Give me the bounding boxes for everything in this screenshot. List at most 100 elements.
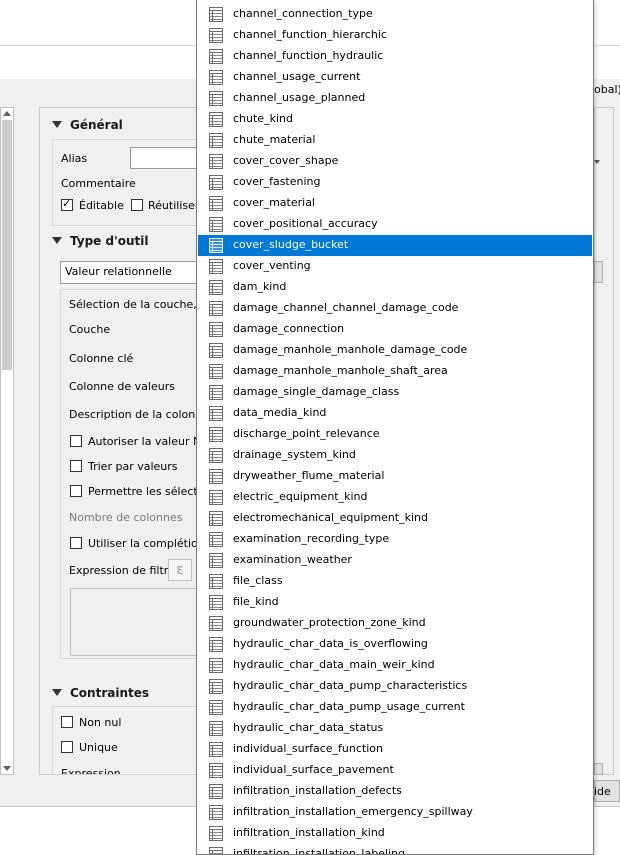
dropdown-item-label: electromechanical_equipment_kind: [233, 511, 428, 524]
dropdown-item[interactable]: individual_surface_pavement: [198, 760, 592, 781]
table-icon: [209, 616, 223, 631]
dropdown-item[interactable]: channel_function_hierarchic: [198, 25, 592, 46]
dropdown-item[interactable]: discharge_point_relevance: [198, 424, 592, 445]
right-dropdown-arrow-icon[interactable]: [594, 160, 600, 164]
dropdown-item[interactable]: data_media_kind: [198, 403, 592, 424]
use-completer-checkbox[interactable]: [70, 537, 82, 549]
use-completer-label: Utiliser la complétion: [88, 537, 205, 550]
dropdown-item-label: individual_surface_function: [233, 742, 383, 755]
table-icon: [209, 385, 223, 400]
allow-multiple-checkbox[interactable]: [70, 485, 82, 497]
constraints-section-title: Contraintes: [70, 686, 149, 700]
right-field-partial[interactable]: [594, 763, 603, 775]
editable-checkbox[interactable]: [61, 199, 73, 211]
not-null-checkbox[interactable]: [61, 716, 73, 728]
dropdown-item[interactable]: damage_manhole_manhole_damage_code: [198, 340, 592, 361]
table-dropdown-list[interactable]: channel_connection_type channel_function_…: [196, 0, 594, 855]
scroll-down-arrow-icon[interactable]: [3, 766, 11, 771]
dropdown-item[interactable]: cover_cover_shape: [198, 151, 592, 172]
reuse-checkbox[interactable]: [131, 199, 143, 211]
dropdown-item[interactable]: infiltration_installation_labeling: [198, 844, 592, 855]
sort-by-value-label: Trier par valeurs: [88, 460, 178, 473]
dropdown-item-label: cover_positional_accuracy: [233, 217, 378, 230]
dropdown-item[interactable]: dam_kind: [198, 277, 592, 298]
dropdown-item[interactable]: channel_connection_type: [198, 4, 592, 25]
alias-input[interactable]: [130, 147, 200, 169]
dropdown-item[interactable]: infiltration_installation_defects: [198, 781, 592, 802]
table-icon: [209, 196, 223, 211]
dropdown-item[interactable]: examination_weather: [198, 550, 592, 571]
dropdown-item-label: infiltration_installation_kind: [233, 826, 385, 839]
dropdown-item-label: chute_material: [233, 133, 315, 146]
dropdown-item-label: data_media_kind: [233, 406, 326, 419]
scroll-up-arrow-icon[interactable]: [3, 111, 11, 116]
dropdown-item[interactable]: file_class: [198, 571, 592, 592]
dropdown-item-label: damage_manhole_manhole_shaft_area: [233, 364, 448, 377]
constraints-section-header[interactable]: Contraintes: [52, 686, 149, 700]
dropdown-item[interactable]: chute_material: [198, 130, 592, 151]
dropdown-item[interactable]: hydraulic_char_data_pump_characteristics: [198, 676, 592, 697]
widget-type-combo[interactable]: Valeur relationnelle: [60, 261, 200, 284]
table-icon: [209, 763, 223, 778]
dropdown-item[interactable]: hydraulic_char_data_status: [198, 718, 592, 739]
dropdown-item[interactable]: damage_connection: [198, 319, 592, 340]
dropdown-item-label: hydraulic_char_data_main_weir_kind: [233, 658, 435, 671]
table-icon: [209, 847, 223, 855]
dropdown-item[interactable]: cover_material: [198, 193, 592, 214]
dropdown-item[interactable]: infiltration_installation_emergency_spil…: [198, 802, 592, 823]
dropdown-item[interactable]: channel_usage_current: [198, 67, 592, 88]
unique-label: Unique: [79, 741, 118, 754]
editable-label: Éditable: [79, 199, 124, 212]
table-icon: [209, 532, 223, 547]
dropdown-item[interactable]: channel_function_hydraulic: [198, 46, 592, 67]
dropdown-item-label: file_class: [233, 574, 283, 587]
dropdown-item[interactable]: individual_surface_function: [198, 739, 592, 760]
dropdown-item[interactable]: damage_channel_channel_damage_code: [198, 298, 592, 319]
dropdown-item[interactable]: file_kind: [198, 592, 592, 613]
expression-builder-button[interactable]: ε: [168, 559, 192, 581]
collapse-triangle-icon[interactable]: [52, 121, 62, 128]
dropdown-item-label: electric_equipment_kind: [233, 490, 368, 503]
dropdown-item[interactable]: electromechanical_equipment_kind: [198, 508, 592, 529]
filter-expression-textarea[interactable]: [70, 588, 200, 656]
dropdown-item[interactable]: electric_equipment_kind: [198, 487, 592, 508]
dropdown-item[interactable]: cover_fastening: [198, 172, 592, 193]
widget-type-section-header[interactable]: Type d'outil: [52, 234, 149, 248]
collapse-triangle-icon[interactable]: [52, 689, 62, 696]
dropdown-item[interactable]: damage_single_damage_class: [198, 382, 592, 403]
dropdown-item[interactable]: hydraulic_char_data_main_weir_kind: [198, 655, 592, 676]
dropdown-item-label: individual_surface_pavement: [233, 763, 394, 776]
scrollbar-thumb[interactable]: [2, 120, 12, 370]
dropdown-item[interactable]: examination_recording_type: [198, 529, 592, 550]
right-panel-frame: [594, 107, 614, 775]
dropdown-item[interactable]: cover_venting: [198, 256, 592, 277]
layer-selection-label: Sélection de la couche, de: [69, 298, 214, 311]
collapse-triangle-icon[interactable]: [52, 237, 62, 244]
table-icon: [209, 217, 223, 232]
general-section-title: Général: [70, 118, 123, 132]
dropdown-item[interactable]: channel_usage_planned: [198, 88, 592, 109]
table-icon: [209, 175, 223, 190]
table-icon: [209, 784, 223, 799]
dropdown-item[interactable]: cover_positional_accuracy: [198, 214, 592, 235]
dropdown-item[interactable]: infiltration_installation_kind: [198, 823, 592, 844]
dropdown-item[interactable]: cover_sludge_bucket: [198, 235, 592, 256]
dropdown-item[interactable]: groundwater_protection_zone_kind: [198, 613, 592, 634]
general-section-header[interactable]: Général: [52, 118, 123, 132]
dropdown-item[interactable]: damage_manhole_manhole_shaft_area: [198, 361, 592, 382]
allow-null-checkbox[interactable]: [70, 435, 82, 447]
unique-checkbox[interactable]: [61, 741, 73, 753]
dropdown-item[interactable]: hydraulic_char_data_is_overflowing: [198, 634, 592, 655]
right-button-fragment: ide: [594, 785, 611, 798]
dropdown-item[interactable]: hydraulic_char_data_pump_usage_current: [198, 697, 592, 718]
dropdown-item[interactable]: drainage_system_kind: [198, 445, 592, 466]
sort-by-value-checkbox[interactable]: [70, 460, 82, 472]
comment-label: Commentaire: [61, 177, 136, 190]
dropdown-item[interactable]: dryweather_flume_material: [198, 466, 592, 487]
dropdown-item-label: channel_connection_type: [233, 7, 373, 20]
value-column-label: Colonne de valeurs: [69, 380, 175, 393]
right-combo-partial[interactable]: [594, 261, 603, 283]
left-scrollbar[interactable]: [0, 107, 14, 775]
dropdown-item[interactable]: chute_kind: [198, 109, 592, 130]
constraints-group: [52, 706, 198, 775]
